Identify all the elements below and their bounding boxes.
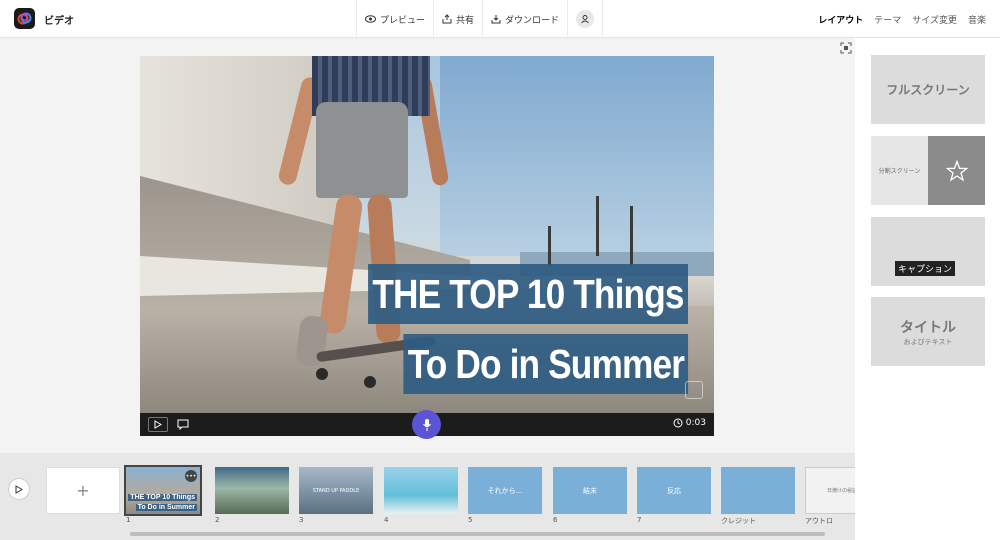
- more-options-icon[interactable]: •••: [185, 470, 197, 482]
- add-slide-button[interactable]: +: [46, 467, 120, 514]
- slide-number: 2: [215, 516, 220, 524]
- add-slide-label: +: [76, 481, 90, 500]
- skateboard-wheel: [364, 376, 376, 388]
- layout-title-text[interactable]: タイトル およびテキスト: [871, 297, 985, 366]
- timeline-slide-5[interactable]: それから...: [468, 467, 542, 514]
- timeline-slide-1[interactable]: THE TOP 10 Things To Do in Summer •••: [124, 465, 202, 516]
- slide-1-caption-line-1: THE TOP 10 Things: [128, 494, 197, 501]
- clock-icon: [673, 418, 683, 428]
- download-icon: [491, 15, 501, 24]
- palm-tree: [548, 226, 551, 266]
- captions-button[interactable]: [173, 417, 193, 432]
- download-label: ダウンロード: [505, 15, 560, 26]
- tab-resize[interactable]: サイズ変更: [912, 13, 957, 26]
- user-add-icon: [576, 10, 595, 28]
- timeline-slide-6[interactable]: 結末: [553, 467, 627, 514]
- watermark-badge: [685, 381, 703, 399]
- slide-5-text: それから...: [487, 486, 523, 495]
- slide-3-text: STAND UP PADDLE: [312, 487, 360, 494]
- timeline-slide-outro[interactable]: 日焼けの秘訣: [805, 467, 855, 514]
- tab-theme[interactable]: テーマ: [874, 13, 901, 26]
- fit-to-screen-icon[interactable]: [840, 42, 852, 54]
- layout-caption-label: キャプション: [895, 261, 956, 276]
- toolbar: プレビュー 共有 ダウンロード: [356, 0, 604, 38]
- palm-tree: [596, 196, 599, 256]
- timeline-slide-credits[interactable]: [721, 467, 795, 514]
- timeline-slide-2[interactable]: [215, 467, 289, 514]
- duration-text: 0:03: [685, 418, 706, 428]
- eye-icon: [365, 15, 376, 23]
- slide-number: 6: [553, 516, 558, 524]
- download-button[interactable]: ダウンロード: [482, 0, 567, 38]
- speech-bubble-icon: [177, 419, 189, 430]
- top-bar: ビデオ プレビュー 共有 ダウンロード レイアウト テーマ サイズ変更 音楽: [0, 0, 1000, 38]
- user-invite-button[interactable]: [567, 0, 604, 38]
- app-title: ビデオ: [44, 16, 74, 27]
- duration-display: 0:03: [673, 418, 706, 428]
- record-voice-button[interactable]: [412, 410, 441, 439]
- preview-label: プレビュー: [380, 15, 426, 26]
- slide-7-text: 反応: [667, 486, 681, 495]
- share-button[interactable]: 共有: [433, 0, 482, 38]
- slide-number: 5: [468, 516, 473, 524]
- preview-button[interactable]: プレビュー: [356, 0, 433, 38]
- timeline-play-button[interactable]: [8, 478, 30, 500]
- split-left-half: 分割スクリーン: [871, 136, 928, 205]
- layout-split-label: 分割スクリーン: [878, 168, 921, 175]
- tab-music[interactable]: 音楽: [968, 13, 986, 26]
- microphone-icon: [422, 418, 431, 431]
- layout-fullscreen-label: フルスクリーン: [886, 83, 970, 97]
- layout-split-screen[interactable]: 分割スクリーン: [871, 136, 985, 205]
- timeline-slide-3[interactable]: STAND UP PADDLE: [299, 467, 373, 514]
- slide-number: 1: [126, 516, 131, 524]
- slide-number: 7: [637, 516, 642, 524]
- slide-outro-text: 日焼けの秘訣: [826, 488, 855, 494]
- caption-line-1[interactable]: THE TOP 10 Things: [368, 264, 688, 324]
- layout-panel: フルスクリーン 分割スクリーン キャプション タイトル およびテキスト: [855, 38, 1000, 540]
- layout-title-label: タイトル: [900, 319, 956, 336]
- caption-line-2[interactable]: To Do in Summer: [403, 334, 688, 394]
- slide-number: 4: [384, 516, 389, 524]
- skateboard-wheel: [316, 368, 328, 380]
- panel-tabs: レイアウト テーマ サイズ変更 音楽: [818, 13, 986, 26]
- timeline-slide-4[interactable]: [384, 467, 458, 514]
- timeline-scrollbar[interactable]: [130, 532, 825, 536]
- layout-title-sublabel: およびテキスト: [903, 337, 953, 346]
- share-label: 共有: [456, 15, 475, 26]
- play-icon: [15, 484, 23, 494]
- slide-credits-label: クレジット: [721, 517, 756, 525]
- slide-1-caption-line-2: To Do in Summer: [135, 504, 197, 511]
- slide-6-text: 結末: [583, 486, 597, 495]
- person-shorts: [316, 102, 408, 198]
- share-icon: [442, 14, 452, 24]
- palm-tree: [630, 206, 633, 266]
- play-button[interactable]: [148, 417, 168, 432]
- layout-fullscreen[interactable]: フルスクリーン: [871, 55, 985, 124]
- star-icon: [945, 159, 968, 182]
- tab-layout[interactable]: レイアウト: [818, 13, 863, 26]
- slide-outro-label: アウトロ: [805, 517, 833, 525]
- app-logo-icon[interactable]: [14, 8, 35, 29]
- slide-number: 3: [299, 516, 304, 524]
- timeline-slide-7[interactable]: 反応: [637, 467, 711, 514]
- play-icon: [154, 420, 162, 429]
- split-right-half: [928, 136, 985, 205]
- video-preview[interactable]: THE TOP 10 Things To Do in Summer: [140, 56, 714, 413]
- timeline: + THE TOP 10 Things To Do in Summer ••• …: [0, 453, 855, 540]
- video-sky: [440, 56, 714, 256]
- layout-caption[interactable]: キャプション: [871, 217, 985, 286]
